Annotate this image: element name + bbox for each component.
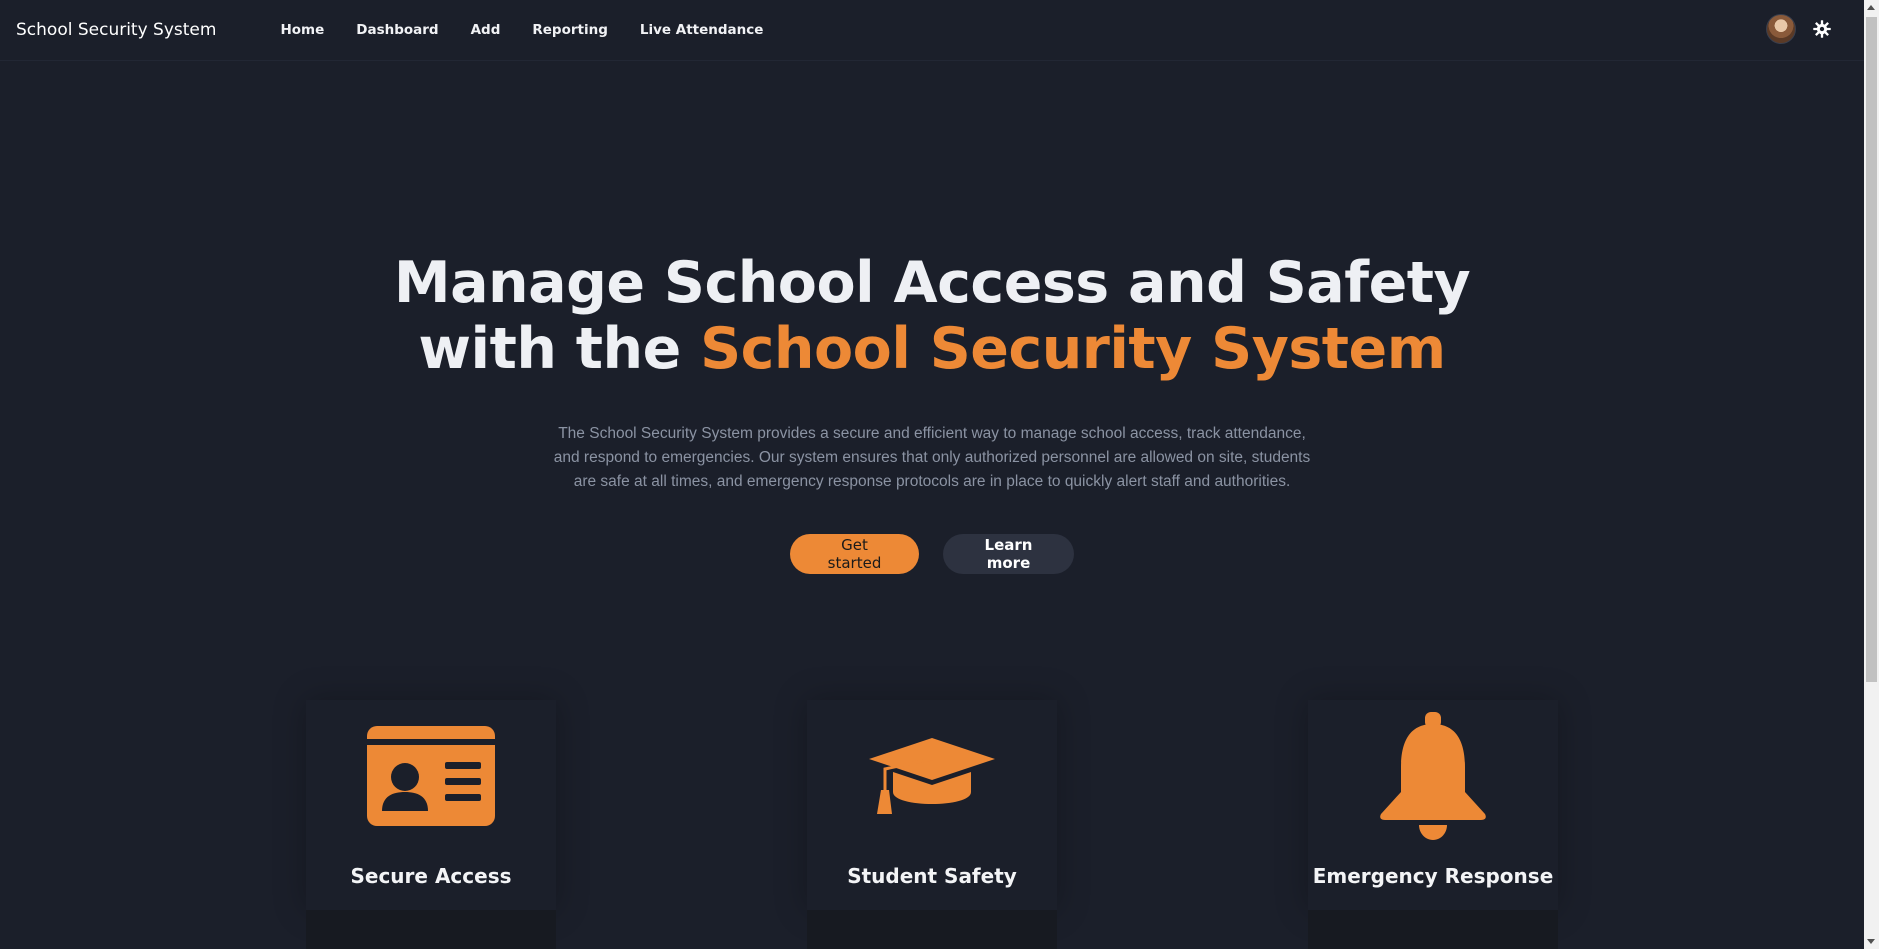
- nav-link-add[interactable]: Add: [455, 22, 517, 38]
- top-navbar: School Security System Home Dashboard Ad…: [0, 0, 1864, 61]
- feature-title: Student Safety: [847, 864, 1017, 888]
- hero-title: Manage School Access and Safety with the…: [0, 250, 1864, 382]
- nav-link-dashboard[interactable]: Dashboard: [340, 22, 454, 38]
- id-card-icon: [367, 726, 495, 826]
- hero-title-line1: Manage School Access and Safety: [393, 250, 1471, 316]
- feature-card-secure-access: Secure Access: [306, 700, 556, 949]
- hero-section: Manage School Access and Safety with the…: [0, 250, 1864, 574]
- feature-card-footer: [306, 910, 556, 949]
- nav-link-reporting[interactable]: Reporting: [516, 22, 624, 38]
- hero-title-line2-prefix: with the: [418, 316, 701, 382]
- hero-description: The School Security System provides a se…: [553, 425, 1311, 490]
- nav-right: [1766, 14, 1832, 44]
- scroll-up-icon[interactable]: [1867, 5, 1875, 10]
- feature-title: Secure Access: [350, 864, 512, 888]
- hero-buttons: Get started Learn more: [0, 534, 1864, 574]
- graduation-cap-icon: [869, 738, 995, 814]
- nav-link-home[interactable]: Home: [264, 22, 340, 38]
- nav-links: Home Dashboard Add Reporting Live Attend…: [264, 22, 779, 38]
- bell-icon: [1380, 712, 1486, 840]
- gear-icon[interactable]: [1812, 19, 1832, 39]
- feature-card-footer: [807, 910, 1057, 949]
- scroll-down-icon[interactable]: [1867, 939, 1875, 944]
- nav-link-live-attendance[interactable]: Live Attendance: [624, 22, 780, 38]
- user-avatar[interactable]: [1766, 14, 1796, 44]
- feature-card-student-safety: Student Safety: [807, 700, 1057, 949]
- get-started-button[interactable]: Get started: [790, 534, 919, 574]
- feature-title: Emergency Response: [1312, 864, 1554, 888]
- learn-more-button[interactable]: Learn more: [943, 534, 1074, 574]
- scroll-thumb[interactable]: [1866, 17, 1877, 682]
- feature-card-footer: [1308, 910, 1558, 949]
- feature-card-emergency-response: Emergency Response: [1308, 700, 1558, 949]
- brand-title[interactable]: School Security System: [16, 20, 216, 40]
- vertical-scrollbar[interactable]: [1864, 0, 1879, 949]
- hero-title-accent: School Security System: [700, 316, 1446, 382]
